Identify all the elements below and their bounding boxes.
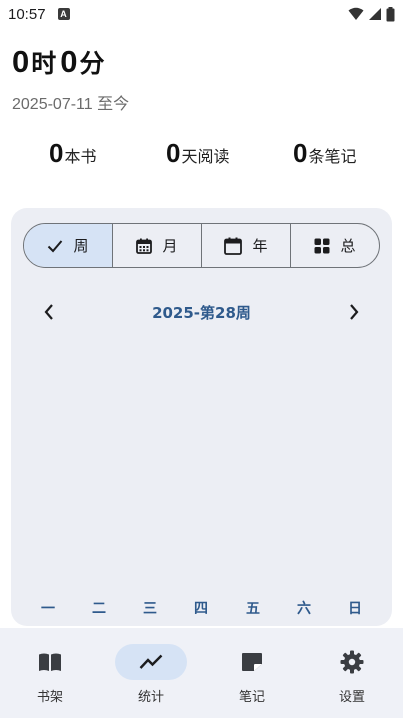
stat-days: 0 天阅读 xyxy=(166,138,229,169)
status-icons xyxy=(348,6,395,22)
stat-label: 条笔记 xyxy=(308,147,357,166)
nav-item-bookshelf[interactable]: 书架 xyxy=(5,644,95,705)
tab-week[interactable]: 周 xyxy=(24,224,113,267)
stat-books: 0 本书 xyxy=(49,138,96,169)
tab-year[interactable]: 年 xyxy=(202,224,291,267)
nav-item-notes[interactable]: 笔记 xyxy=(207,644,297,705)
stat-label: 天阅读 xyxy=(181,147,230,166)
note-icon xyxy=(242,653,262,671)
battery-icon xyxy=(386,6,395,21)
book-icon xyxy=(39,653,61,671)
nav-pill xyxy=(115,644,187,680)
tab-label: 总 xyxy=(340,237,356,255)
nav-item-settings[interactable]: 设置 xyxy=(307,644,397,705)
tab-label: 月 xyxy=(162,237,178,255)
minutes-unit: 分 xyxy=(79,49,105,78)
wifi-icon xyxy=(348,7,364,20)
stat-label: 本书 xyxy=(64,147,97,166)
nav-label: 书架 xyxy=(36,690,63,705)
nav-label: 设置 xyxy=(338,690,365,705)
range-segmented-control: 周 月 年 总 xyxy=(23,223,380,268)
weekday-label: 一 xyxy=(41,601,55,617)
stat-value: 0 xyxy=(166,138,181,168)
signal-icon xyxy=(369,8,381,20)
tab-label: 年 xyxy=(252,237,268,255)
stat-value: 0 xyxy=(293,138,308,168)
grid-icon xyxy=(314,238,330,253)
minutes-value: 0 xyxy=(60,44,78,79)
nav-pill xyxy=(316,644,388,680)
tab-month[interactable]: 月 xyxy=(113,224,202,267)
nav-item-statistics[interactable]: 统计 xyxy=(106,644,196,705)
tab-total[interactable]: 总 xyxy=(291,224,379,267)
hours-unit: 时 xyxy=(31,49,57,78)
status-time: 10:57 xyxy=(8,5,46,23)
reading-time-total: 0 时 0 分 xyxy=(12,44,107,80)
statistics-card: 周 月 年 总 2025-第28周 一 二 三 四 五 六 日 xyxy=(11,208,392,626)
weekday-label: 二 xyxy=(92,601,106,617)
hours-value: 0 xyxy=(12,44,30,79)
check-icon xyxy=(48,239,63,252)
weekday-label: 四 xyxy=(194,601,208,617)
weekday-label: 日 xyxy=(348,601,362,617)
weekday-label: 六 xyxy=(297,601,311,617)
date-range: 2025-07-11 至今 xyxy=(12,96,130,113)
period-label: 2025-第28周 xyxy=(152,304,251,322)
weekday-label: 三 xyxy=(143,601,157,617)
notification-a-icon: A xyxy=(57,8,70,20)
next-period-button[interactable] xyxy=(340,298,368,326)
summary-stats: 0 本书 0 天阅读 0 条笔记 xyxy=(0,138,403,174)
nav-label: 笔记 xyxy=(238,690,265,705)
weekday-label: 五 xyxy=(246,601,260,617)
bottom-navigation: 书架 统计 笔记 设置 xyxy=(0,628,403,718)
nav-pill xyxy=(216,644,288,680)
weekday-axis: 一 二 三 四 五 六 日 xyxy=(11,598,392,620)
calendar-icon xyxy=(224,237,243,255)
tab-label: 周 xyxy=(73,237,89,255)
trend-icon xyxy=(139,654,163,669)
nav-label: 统计 xyxy=(137,690,164,705)
calendar-month-icon xyxy=(136,238,153,254)
stat-value: 0 xyxy=(49,138,64,168)
nav-pill xyxy=(14,644,86,680)
status-bar: 10:57 A xyxy=(0,0,403,28)
stat-notes: 0 条笔记 xyxy=(293,138,356,169)
chevron-right-icon xyxy=(350,304,359,320)
gear-icon xyxy=(340,650,364,674)
